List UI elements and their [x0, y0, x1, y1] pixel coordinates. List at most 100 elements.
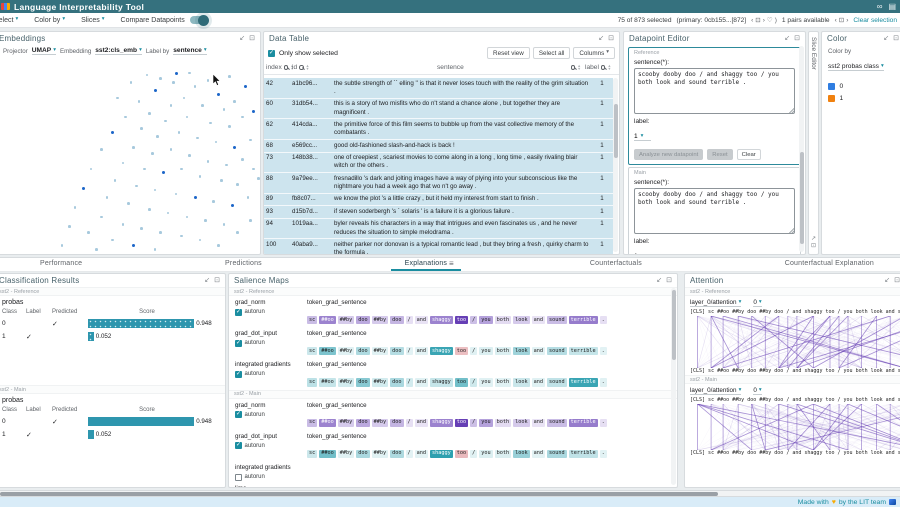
scatter-point[interactable] — [154, 89, 157, 92]
scatter-point[interactable] — [61, 244, 64, 247]
datapoint-frame-icon[interactable]: ⊡ — [755, 16, 760, 24]
scatter-point[interactable] — [199, 175, 202, 178]
scatter-point[interactable] — [111, 131, 114, 134]
scatter-point[interactable] — [154, 248, 157, 251]
scatter-point[interactable] — [159, 231, 162, 234]
scatter-point[interactable] — [172, 81, 175, 84]
maximize-icon[interactable]: ⊡ — [666, 277, 672, 284]
scatter-point[interactable] — [68, 225, 71, 228]
scatter-point[interactable] — [148, 208, 151, 211]
scatter-point[interactable] — [122, 223, 125, 226]
scatter-point[interactable] — [95, 248, 98, 251]
salience-scrollbar[interactable] — [671, 288, 676, 485]
autorun-checkbox[interactable]: autorun — [235, 474, 307, 481]
maximize-icon[interactable]: ⊡ — [894, 277, 900, 284]
attention-layer-select[interactable]: layer_0/attention▾ — [690, 299, 741, 307]
scatter-point[interactable] — [151, 152, 154, 155]
scatter-point[interactable] — [132, 146, 135, 149]
scatter-point[interactable] — [188, 72, 191, 75]
select-all-button[interactable]: Select all — [533, 47, 571, 59]
slice-editor-tab[interactable]: Slice Editor ↗⊡ — [808, 31, 819, 255]
scatter-point[interactable] — [170, 148, 173, 151]
maximize-icon[interactable]: ⊡ — [794, 35, 800, 42]
scatter-point[interactable] — [186, 216, 189, 219]
scatter-point[interactable] — [170, 104, 173, 107]
scatter-point[interactable] — [244, 85, 247, 88]
compare-datapoints-toggle[interactable] — [190, 16, 208, 24]
scatter-point[interactable] — [135, 185, 138, 188]
col-label[interactable]: label▲▼ — [583, 64, 613, 71]
scatter-point[interactable] — [140, 227, 143, 230]
table-row[interactable]: 10040aba9...neither parker nor donovan i… — [264, 239, 613, 254]
scatter-point[interactable] — [146, 74, 149, 77]
table-row[interactable]: 941019aa...byler reveals his characters … — [264, 219, 613, 240]
scatter-point[interactable] — [90, 168, 93, 171]
scatter-point[interactable] — [106, 196, 109, 199]
maximize-icon[interactable]: ⊡ — [214, 277, 220, 284]
scatter-point[interactable] — [228, 75, 231, 78]
table-scrollbar[interactable] — [613, 78, 618, 252]
scatter-point[interactable] — [223, 108, 226, 111]
scatter-point[interactable] — [207, 160, 210, 163]
scatter-point[interactable] — [231, 204, 234, 207]
scatter-point[interactable] — [194, 196, 197, 199]
minimize-icon[interactable]: ↙ — [656, 277, 662, 284]
scatter-point[interactable] — [209, 122, 212, 125]
scatter-point[interactable] — [162, 171, 165, 174]
scatter-point[interactable] — [148, 112, 151, 115]
table-row[interactable]: 73148b38...one of creepiest , scariest m… — [264, 153, 613, 174]
scatter-point[interactable] — [156, 135, 159, 138]
scatter-point[interactable] — [124, 116, 127, 119]
embedding-scatter[interactable] — [0, 62, 260, 254]
scatter-point[interactable] — [130, 81, 133, 84]
scatter-point[interactable] — [167, 212, 170, 215]
scatter-point[interactable] — [225, 164, 228, 167]
autorun-checkbox[interactable]: ✓autorun — [235, 442, 307, 449]
minimize-icon[interactable]: ↙ — [784, 35, 790, 42]
scatter-point[interactable] — [212, 200, 215, 203]
scatter-point[interactable] — [178, 131, 181, 134]
clear-button[interactable]: Clear — [737, 149, 761, 160]
minimize-icon[interactable]: ↙ — [239, 35, 245, 42]
scatter-point[interactable] — [236, 231, 239, 234]
scatter-point[interactable] — [188, 154, 191, 157]
tab-counterfactuals[interactable]: Counterfactuals — [576, 258, 656, 271]
scatter-point[interactable] — [257, 177, 260, 180]
attention-layer-select[interactable]: layer_0/attention▾ — [690, 387, 741, 395]
editor-scrollbar[interactable] — [799, 46, 804, 252]
scatter-point[interactable] — [233, 100, 236, 103]
scatter-point[interactable] — [241, 158, 244, 161]
attention-head-select[interactable]: 0▾ — [753, 299, 761, 307]
col-id[interactable]: id▲▼ — [290, 64, 332, 71]
label-select[interactable]: 1▾ — [634, 253, 651, 255]
prev-datapoint-icon[interactable]: ‹ — [751, 17, 753, 24]
autorun-checkbox[interactable]: ✓autorun — [235, 371, 307, 378]
projector-select[interactable]: UMAP▾ — [32, 47, 56, 55]
scatter-point[interactable] — [249, 219, 252, 222]
scatter-point[interactable] — [87, 231, 90, 234]
scatter-point[interactable] — [204, 219, 207, 222]
scatter-point[interactable] — [100, 216, 103, 219]
table-row[interactable]: 68e569cc...good old-fashioned slash-and-… — [264, 140, 613, 152]
scatter-point[interactable] — [196, 137, 199, 140]
scatter-point[interactable] — [116, 97, 119, 100]
labelby-select[interactable]: sentence▾ — [173, 47, 206, 55]
table-row[interactable]: 93d15b7d...if steven soderbergh 's ` sol… — [264, 206, 613, 218]
col-sentence[interactable]: sentence — [332, 64, 569, 71]
table-row[interactable]: 89fb8c07...we know the plot 's a little … — [264, 194, 613, 206]
table-row[interactable]: 62414cda...the primitive force of this f… — [264, 119, 613, 140]
scatter-point[interactable] — [233, 146, 236, 149]
scatter-point[interactable] — [154, 189, 157, 192]
scatter-point[interactable] — [180, 168, 183, 171]
slices-menu[interactable]: Slices▾ — [81, 17, 104, 24]
scatter-point[interactable] — [186, 116, 189, 119]
scatter-point[interactable] — [138, 100, 141, 103]
minimize-icon[interactable]: ↙ — [883, 35, 889, 42]
scatter-point[interactable] — [127, 202, 130, 205]
scatter-point[interactable] — [228, 125, 231, 128]
scatter-point[interactable] — [247, 196, 250, 199]
scatter-point[interactable] — [252, 110, 255, 113]
next-pair-icon[interactable]: › — [846, 17, 848, 24]
minimize-icon[interactable]: ↙ — [204, 277, 210, 284]
expand-icons[interactable]: ↗⊡ — [811, 236, 816, 250]
